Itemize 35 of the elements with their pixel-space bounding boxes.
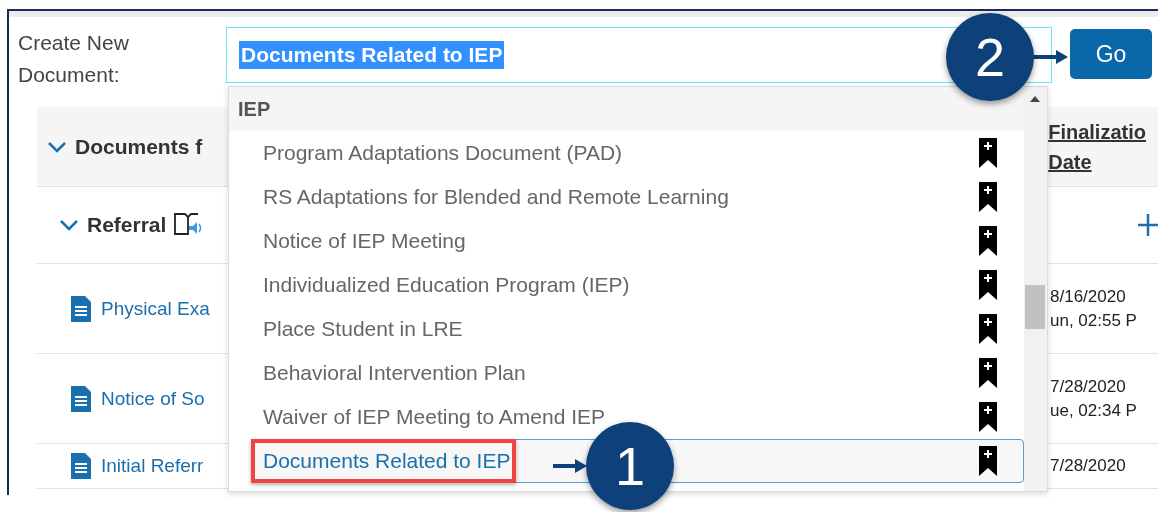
field-label: Create New Document: bbox=[18, 30, 130, 88]
chevron-down-icon[interactable] bbox=[59, 218, 79, 232]
pointer-arrow bbox=[553, 459, 587, 473]
bookmark-plus-icon[interactable] bbox=[979, 314, 997, 344]
section-title: Documents f bbox=[75, 134, 203, 159]
subsection-title: Referral bbox=[87, 213, 167, 237]
scrollbar[interactable] bbox=[1024, 87, 1047, 491]
bookmark-plus-icon[interactable] bbox=[979, 226, 997, 256]
date-text: 7/28/2020 bbox=[1050, 455, 1126, 477]
bookmark-plus-icon[interactable] bbox=[979, 138, 997, 168]
go-button[interactable]: Go bbox=[1070, 29, 1152, 79]
bookmark-plus-icon[interactable] bbox=[979, 270, 997, 300]
add-icon[interactable] bbox=[1138, 214, 1158, 236]
pointer-arrow bbox=[1032, 50, 1068, 64]
column-header[interactable]: Date bbox=[1048, 146, 1146, 177]
chevron-down-icon[interactable] bbox=[47, 139, 67, 154]
document-icon bbox=[71, 453, 91, 479]
date-text: 7/28/2020 bbox=[1050, 375, 1127, 398]
bookmark-plus-icon[interactable] bbox=[979, 402, 997, 432]
date-text: 8/16/2020 bbox=[1050, 285, 1127, 308]
bookmark-plus-icon[interactable] bbox=[979, 446, 997, 476]
group-header: IEP bbox=[229, 87, 1024, 131]
bookmark-plus-icon[interactable] bbox=[979, 358, 997, 388]
document-link[interactable]: Notice of So bbox=[101, 387, 205, 410]
document-icon bbox=[71, 295, 91, 322]
field-value: Documents Related to IEP bbox=[239, 41, 505, 69]
time-text: un, 02:55 P bbox=[1050, 309, 1137, 332]
bookmark-plus-icon[interactable] bbox=[979, 182, 997, 212]
column-header[interactable]: Finalizatio bbox=[1048, 116, 1146, 147]
document-link[interactable]: Physical Exa bbox=[101, 297, 210, 320]
scrollbar-thumb[interactable] bbox=[1025, 285, 1045, 329]
time-text: ue, 02:34 P bbox=[1050, 399, 1137, 422]
document-icon bbox=[71, 385, 91, 412]
document-link[interactable]: Initial Referr bbox=[101, 455, 204, 477]
scroll-up-icon[interactable] bbox=[1030, 96, 1040, 102]
